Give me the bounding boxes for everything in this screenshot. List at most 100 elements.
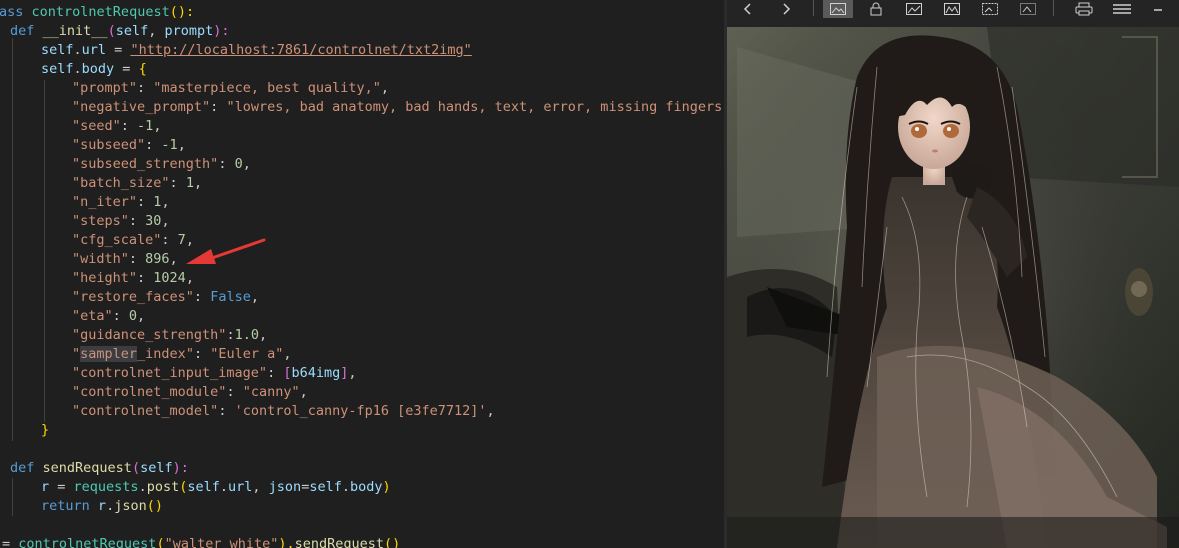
- method: post: [146, 479, 180, 495]
- dict-key: "n_iter": [72, 194, 138, 210]
- dict-value: "canny": [242, 384, 300, 400]
- punct: :: [226, 384, 243, 400]
- punct: :: [193, 346, 211, 362]
- code-line-12[interactable]: "steps": 30,: [72, 212, 170, 231]
- punct: ,: [177, 137, 186, 153]
- code-line-5[interactable]: "prompt": "masterpiece, best quality,",: [72, 79, 389, 98]
- menu-icon[interactable]: [1111, 0, 1133, 18]
- fit-image-icon[interactable]: [823, 0, 853, 18]
- self: self: [41, 61, 74, 77]
- code-line-22[interactable]: "controlnet_model": 'control_canny-fp16 …: [72, 402, 495, 421]
- method: sendRequest: [294, 536, 385, 548]
- code-line-2[interactable]: def __init__(self, prompt):: [10, 22, 230, 41]
- code-line-15[interactable]: "height": 1024,: [72, 269, 194, 288]
- param: prompt: [164, 23, 214, 39]
- code-line-6[interactable]: "negative_prompt": "lowres, bad anatomy,…: [72, 98, 724, 117]
- punct: :: [120, 118, 138, 134]
- code-line-8[interactable]: "subseed": -1,: [72, 136, 186, 155]
- method: json: [114, 498, 147, 514]
- code-line-17[interactable]: "eta": 0,: [72, 307, 145, 326]
- punct: ,: [258, 327, 268, 343]
- variable: r: [41, 479, 50, 495]
- toolbar-separator: [813, 0, 814, 16]
- punct: ,: [153, 118, 162, 134]
- punct: ,: [161, 194, 170, 210]
- dict-key: "width": [72, 251, 129, 267]
- dict-key: "negative_prompt": [72, 99, 211, 115]
- function-name: sendRequest: [42, 460, 132, 476]
- code-line-1[interactable]: ass controlnetRequest():: [0, 3, 194, 22]
- minimize-icon[interactable]: [1147, 0, 1169, 18]
- module: requests: [73, 479, 139, 495]
- punct: ,: [193, 175, 203, 191]
- punct: .: [73, 61, 82, 77]
- operator: =: [106, 42, 131, 58]
- bracket: ).: [278, 536, 295, 548]
- punct: ,: [283, 346, 292, 362]
- print-icon[interactable]: [1073, 0, 1095, 18]
- punct: ,: [242, 156, 251, 172]
- code-line-13[interactable]: "cfg_scale": 7,: [72, 231, 194, 250]
- param: self: [140, 460, 173, 476]
- punct: ,: [252, 479, 269, 495]
- bracket: (: [107, 23, 116, 39]
- code-line-3[interactable]: self.url = "http://localhost:7861/contro…: [41, 41, 472, 60]
- dict-key: "height": [72, 270, 138, 286]
- dict-value: 'control_canny-fp16 [e3fe7712]': [234, 403, 487, 419]
- viewer-toolbar: [727, 0, 1179, 22]
- dict-key: "steps": [72, 213, 129, 229]
- punct: ,: [185, 232, 194, 248]
- dict-value: b64img: [291, 365, 341, 381]
- dict-value: 896: [145, 251, 170, 267]
- back-icon[interactable]: [737, 0, 759, 18]
- code-line-16[interactable]: "restore_faces": False,: [72, 288, 259, 307]
- bracket: }: [41, 422, 50, 438]
- code-editor[interactable]: ass controlnetRequest(): def __init__(se…: [0, 0, 724, 548]
- code-line-26[interactable]: r = requests.post(self.url, json=self.bo…: [41, 478, 391, 497]
- image-mode-2-icon[interactable]: [941, 0, 963, 18]
- code-line-14[interactable]: "width": 896,: [72, 250, 178, 269]
- self: self: [41, 42, 74, 58]
- dict-key: "restore_faces": [72, 289, 194, 305]
- image-mode-3-icon[interactable]: [979, 0, 1001, 18]
- code-line-25[interactable]: def sendRequest(self):: [10, 459, 189, 478]
- keyword: return: [41, 498, 90, 514]
- image-mode-1-icon[interactable]: [903, 0, 925, 18]
- code-line-20[interactable]: "controlnet_input_image": [b64img],: [72, 364, 357, 383]
- code-line-19[interactable]: "sampler_index": "Euler a",: [72, 345, 292, 364]
- code-line-27[interactable]: return r.json(): [41, 497, 163, 516]
- punct: .: [341, 479, 350, 495]
- dict-value: 1: [185, 175, 194, 191]
- forward-icon[interactable]: [775, 0, 797, 18]
- code-line-29[interactable]: = controlnetRequest("walter white").send…: [2, 535, 400, 548]
- dict-value: "masterpiece, best quality,": [153, 80, 381, 96]
- dict-value: -1: [161, 137, 178, 153]
- dict-key: _index": [137, 346, 194, 362]
- punct: :: [193, 289, 211, 305]
- code-line-7[interactable]: "seed": -1,: [72, 117, 161, 136]
- self: self: [309, 479, 342, 495]
- code-line-18[interactable]: "guidance_strength":1.0,: [72, 326, 267, 345]
- dict-key: "subseed": [72, 137, 146, 153]
- code-line-21[interactable]: "controlnet_module": "canny",: [72, 383, 308, 402]
- punct: :: [137, 80, 154, 96]
- keyword: ass: [0, 4, 24, 20]
- toolbar-separator: [1053, 0, 1054, 16]
- url-string[interactable]: "http://localhost:7861/controlnet/txt2im…: [130, 42, 471, 58]
- lock-icon[interactable]: [865, 0, 887, 18]
- code-line-4[interactable]: self.body = {: [41, 60, 147, 79]
- dict-value: 1.0: [234, 327, 259, 343]
- punct: :: [161, 232, 178, 248]
- code-line-10[interactable]: "batch_size": 1,: [72, 174, 202, 193]
- punct: .: [219, 479, 229, 495]
- punct: .: [138, 479, 147, 495]
- punct: :: [137, 194, 154, 210]
- attribute: url: [81, 42, 107, 58]
- variable: r: [97, 498, 107, 514]
- code-line-9[interactable]: "subseed_strength": 0,: [72, 155, 251, 174]
- keyword: def: [10, 23, 35, 39]
- image-mode-4-icon[interactable]: [1017, 0, 1039, 18]
- code-line-11[interactable]: "n_iter": 1,: [72, 193, 170, 212]
- bracket: (): [384, 536, 401, 548]
- code-line-23[interactable]: }: [41, 421, 49, 440]
